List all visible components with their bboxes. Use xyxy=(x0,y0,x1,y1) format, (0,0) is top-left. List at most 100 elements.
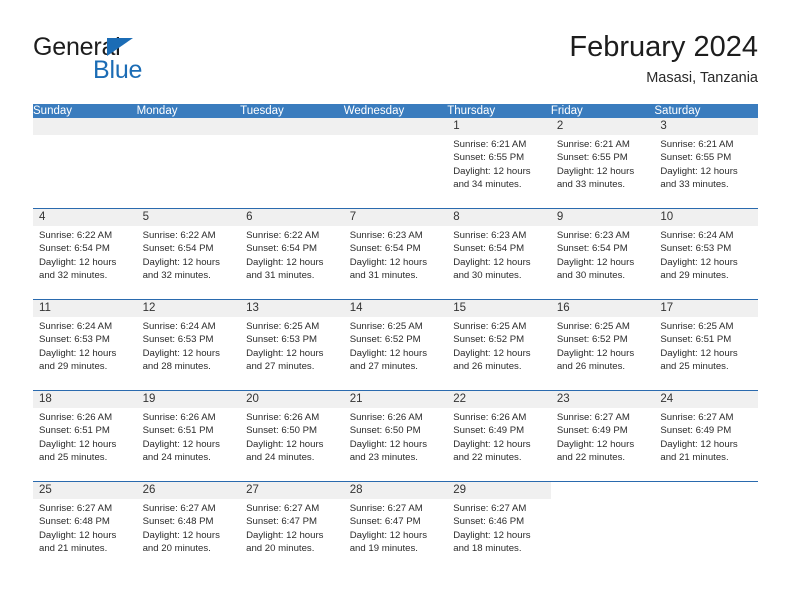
sunrise-text: Sunrise: 6:25 AM xyxy=(660,321,734,332)
day-number xyxy=(551,482,655,499)
general-blue-logo[interactable]: General Blue xyxy=(33,34,253,90)
calendar-cell-content: 1 Sunrise: 6:21 AM Sunset: 6:55 PM Daylight… xyxy=(447,118,551,208)
calendar-cell-content: 9 Sunrise: 6:23 AM Sunset: 6:54 PM Daylight… xyxy=(550,209,655,299)
daylight-text: Daylight: 12 hours and 23 minutes. xyxy=(349,438,428,463)
calendar-day-cell[interactable]: 2 Sunrise: 6:21 AM Sunset: 6:55 PM Daylight… xyxy=(550,118,655,209)
calendar-day-cell[interactable]: 9 Sunrise: 6:23 AM Sunset: 6:54 PM Daylight… xyxy=(550,208,655,300)
sunrise-text: Sunrise: 6:25 AM xyxy=(556,321,630,332)
calendar-cell-empty xyxy=(343,118,448,209)
calendar-day-cell[interactable]: 12 Sunrise: 6:24 AM Sunset: 6:53 PM Dayligh… xyxy=(136,299,241,391)
daylight-text: Daylight: 12 hours and 32 minutes. xyxy=(39,256,117,281)
weekday-header-saturday: Saturday xyxy=(654,104,758,118)
calendar-day-cell[interactable]: 13 Sunrise: 6:25 AM Sunset: 6:53 PM Dayligh… xyxy=(240,299,344,391)
sun-info: Sunrise: 6:25 AM Sunset: 6:52 PM Daylight:… xyxy=(344,317,448,373)
sunset-text: Sunset: 6:49 PM xyxy=(453,425,525,437)
sunset-text: Sunset: 6:53 PM xyxy=(660,243,732,255)
sunset-text: Sunset: 6:47 PM xyxy=(246,516,318,528)
calendar-day-cell[interactable]: 6 Sunrise: 6:22 AM Sunset: 6:54 PM Daylight… xyxy=(240,208,344,300)
day-number xyxy=(343,118,448,135)
sun-info: Sunrise: 6:25 AM Sunset: 6:51 PM Daylight:… xyxy=(654,317,758,373)
calendar-day-cell[interactable]: 29 Sunrise: 6:27 AM Sunset: 6:46 PM Dayligh… xyxy=(447,481,551,572)
calendar-cell-empty xyxy=(654,481,758,572)
sunrise-text: Sunrise: 6:26 AM xyxy=(142,412,216,423)
sunset-text: Sunset: 6:49 PM xyxy=(556,425,628,437)
calendar-day-cell[interactable]: 26 Sunrise: 6:27 AM Sunset: 6:48 PM Dayligh… xyxy=(136,481,241,572)
calendar-day-cell[interactable]: 25 Sunrise: 6:27 AM Sunset: 6:48 PM Dayligh… xyxy=(33,481,137,572)
sunset-text: Sunset: 6:47 PM xyxy=(349,516,421,528)
day-number: 7 xyxy=(343,209,448,226)
daylight-text: Daylight: 12 hours and 27 minutes. xyxy=(349,347,428,372)
calendar-cell-content: 14 Sunrise: 6:25 AM Sunset: 6:52 PM Dayligh… xyxy=(343,300,448,390)
sunset-text: Sunset: 6:55 PM xyxy=(556,152,628,164)
sun-info: Sunrise: 6:24 AM Sunset: 6:53 PM Daylight:… xyxy=(137,317,241,373)
sunrise-text: Sunrise: 6:27 AM xyxy=(556,412,630,423)
calendar-day-cell[interactable]: 23 Sunrise: 6:27 AM Sunset: 6:49 PM Dayligh… xyxy=(550,390,655,482)
calendar-day-cell[interactable]: 5 Sunrise: 6:22 AM Sunset: 6:54 PM Daylight… xyxy=(136,208,241,300)
sun-info: Sunrise: 6:27 AM Sunset: 6:48 PM Daylight:… xyxy=(137,499,241,555)
page-header: General Blue February 2024 Masasi, Tanza… xyxy=(33,30,758,92)
daylight-text: Daylight: 12 hours and 26 minutes. xyxy=(556,347,635,372)
calendar-day-cell[interactable]: 28 Sunrise: 6:27 AM Sunset: 6:47 PM Dayligh… xyxy=(343,481,448,572)
calendar-day-cell[interactable]: 27 Sunrise: 6:27 AM Sunset: 6:47 PM Dayligh… xyxy=(240,481,344,572)
weekday-header-tuesday: Tuesday xyxy=(240,104,344,118)
calendar-day-cell[interactable]: 10 Sunrise: 6:24 AM Sunset: 6:53 PM Dayligh… xyxy=(654,208,758,300)
calendar-day-cell[interactable]: 22 Sunrise: 6:26 AM Sunset: 6:49 PM Dayligh… xyxy=(447,390,551,482)
triangle-icon xyxy=(107,38,133,56)
daylight-text: Daylight: 12 hours and 24 minutes. xyxy=(246,438,324,463)
calendar-day-cell[interactable]: 4 Sunrise: 6:22 AM Sunset: 6:54 PM Daylight… xyxy=(33,208,137,300)
sunrise-text: Sunrise: 6:25 AM xyxy=(246,321,320,332)
calendar-day-cell[interactable]: 14 Sunrise: 6:25 AM Sunset: 6:52 PM Dayligh… xyxy=(343,299,448,391)
sunrise-text: Sunrise: 6:26 AM xyxy=(349,412,423,423)
calendar-cell-content: 15 Sunrise: 6:25 AM Sunset: 6:52 PM Dayligh… xyxy=(447,300,551,390)
daylight-text: Daylight: 12 hours and 20 minutes. xyxy=(142,529,220,554)
logo-text-blue: Blue xyxy=(93,56,143,84)
sunrise-text: Sunrise: 6:27 AM xyxy=(453,503,527,514)
calendar-day-cell[interactable]: 21 Sunrise: 6:26 AM Sunset: 6:50 PM Dayligh… xyxy=(343,390,448,482)
daylight-text: Daylight: 12 hours and 30 minutes. xyxy=(556,256,635,281)
daylight-text: Daylight: 12 hours and 26 minutes. xyxy=(453,347,531,372)
sunrise-text: Sunrise: 6:26 AM xyxy=(39,412,113,423)
calendar-week-row: 11 Sunrise: 6:24 AM Sunset: 6:53 PM Dayligh… xyxy=(33,299,758,391)
calendar-day-cell[interactable]: 18 Sunrise: 6:26 AM Sunset: 6:51 PM Dayligh… xyxy=(33,390,137,482)
calendar-week-row: 4 Sunrise: 6:22 AM Sunset: 6:54 PM Daylight… xyxy=(33,208,758,300)
calendar-day-cell[interactable]: 1 Sunrise: 6:21 AM Sunset: 6:55 PM Daylight… xyxy=(447,118,551,209)
calendar-day-cell[interactable]: 3 Sunrise: 6:21 AM Sunset: 6:55 PM Daylight… xyxy=(654,118,758,209)
sun-info: Sunrise: 6:24 AM Sunset: 6:53 PM Daylight:… xyxy=(33,317,137,373)
sun-info: Sunrise: 6:21 AM Sunset: 6:55 PM Daylight:… xyxy=(654,135,758,191)
day-number: 26 xyxy=(136,482,241,499)
sun-info: Sunrise: 6:25 AM Sunset: 6:52 PM Daylight:… xyxy=(551,317,655,373)
sun-info: Sunrise: 6:27 AM Sunset: 6:46 PM Daylight:… xyxy=(447,499,551,555)
daylight-text: Daylight: 12 hours and 32 minutes. xyxy=(142,256,220,281)
day-number: 17 xyxy=(654,300,758,317)
page-title: February 2024 xyxy=(569,31,758,63)
calendar-cell-content: 11 Sunrise: 6:24 AM Sunset: 6:53 PM Dayligh… xyxy=(33,300,137,390)
sunset-text: Sunset: 6:54 PM xyxy=(39,243,110,255)
calendar-day-cell[interactable]: 11 Sunrise: 6:24 AM Sunset: 6:53 PM Dayligh… xyxy=(33,299,137,391)
day-number: 8 xyxy=(447,209,551,226)
calendar-cell-content: 16 Sunrise: 6:25 AM Sunset: 6:52 PM Dayligh… xyxy=(550,300,655,390)
sunrise-text: Sunrise: 6:22 AM xyxy=(142,230,216,241)
calendar-day-cell[interactable]: 20 Sunrise: 6:26 AM Sunset: 6:50 PM Dayligh… xyxy=(240,390,344,482)
sun-info: Sunrise: 6:25 AM Sunset: 6:52 PM Daylight:… xyxy=(447,317,551,373)
calendar-day-cell[interactable]: 24 Sunrise: 6:27 AM Sunset: 6:49 PM Dayligh… xyxy=(654,390,758,482)
sunrise-text: Sunrise: 6:22 AM xyxy=(39,230,113,241)
sunset-text: Sunset: 6:52 PM xyxy=(556,334,628,346)
sunset-text: Sunset: 6:52 PM xyxy=(349,334,421,346)
daylight-text: Daylight: 12 hours and 21 minutes. xyxy=(660,438,738,463)
calendar-cell-content: 29 Sunrise: 6:27 AM Sunset: 6:46 PM Dayligh… xyxy=(447,482,551,572)
weekday-header-thursday: Thursday xyxy=(447,104,551,118)
calendar-day-cell[interactable]: 15 Sunrise: 6:25 AM Sunset: 6:52 PM Dayligh… xyxy=(447,299,551,391)
calendar-day-cell[interactable]: 7 Sunrise: 6:23 AM Sunset: 6:54 PM Daylight… xyxy=(343,208,448,300)
calendar-day-cell[interactable]: 8 Sunrise: 6:23 AM Sunset: 6:54 PM Daylight… xyxy=(447,208,551,300)
sunrise-text: Sunrise: 6:21 AM xyxy=(556,139,630,150)
daylight-text: Daylight: 12 hours and 33 minutes. xyxy=(556,165,635,190)
calendar-day-cell[interactable]: 19 Sunrise: 6:26 AM Sunset: 6:51 PM Dayligh… xyxy=(136,390,241,482)
sunrise-text: Sunrise: 6:23 AM xyxy=(349,230,423,241)
sunrise-text: Sunrise: 6:27 AM xyxy=(349,503,423,514)
calendar-cell-content: 17 Sunrise: 6:25 AM Sunset: 6:51 PM Dayligh… xyxy=(654,300,758,390)
sunset-text: Sunset: 6:54 PM xyxy=(246,243,318,255)
sunset-text: Sunset: 6:53 PM xyxy=(39,334,110,346)
calendar-day-cell[interactable]: 16 Sunrise: 6:25 AM Sunset: 6:52 PM Dayligh… xyxy=(550,299,655,391)
daylight-text: Daylight: 12 hours and 29 minutes. xyxy=(39,347,117,372)
calendar-day-cell[interactable]: 17 Sunrise: 6:25 AM Sunset: 6:51 PM Dayligh… xyxy=(654,299,758,391)
